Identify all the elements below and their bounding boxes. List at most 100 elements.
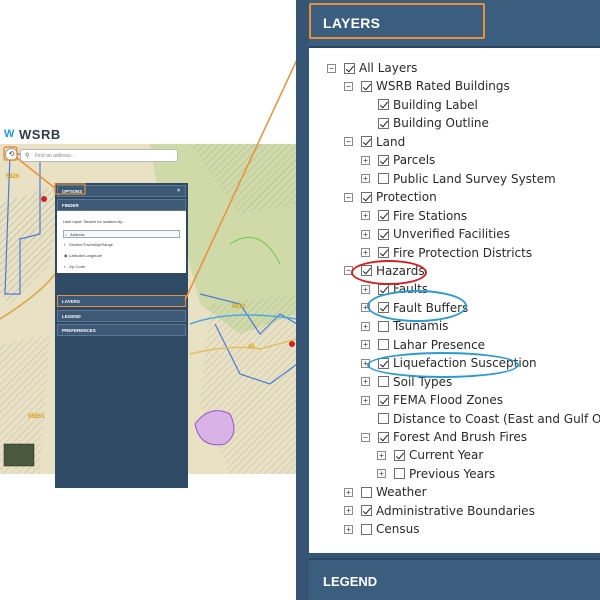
layer-label: Weather [376, 485, 427, 500]
layer-checkbox[interactable] [378, 99, 389, 111]
layer-row[interactable]: − Forest And Brush Fires [361, 428, 527, 446]
mini-options-panel: OPTIONS × FINDER User input: Search for … [55, 183, 188, 488]
layer-row[interactable]: + Public Land Survey System [361, 170, 556, 188]
layer-row[interactable]: + Administrative Boundaries [344, 502, 535, 520]
layer-row[interactable]: − Land [344, 133, 405, 151]
expand-icon[interactable]: + [361, 211, 370, 221]
layer-checkbox[interactable] [378, 357, 389, 369]
layer-checkbox[interactable] [378, 413, 389, 425]
collapse-icon[interactable]: − [327, 63, 336, 73]
layer-row[interactable]: + Fire Stations [361, 207, 467, 225]
layer-row[interactable]: − Protection [344, 188, 437, 206]
back-arrow-icon[interactable]: ⟲ [5, 148, 18, 161]
expand-icon[interactable]: + [361, 321, 370, 331]
mini-finder-label: FINDER [62, 203, 79, 208]
layer-row[interactable]: + Unverified Facilities [361, 225, 510, 243]
layer-row[interactable]: Building Label [378, 96, 478, 114]
expand-icon[interactable]: + [361, 248, 370, 257]
mini-legend-header[interactable]: LEGEND [57, 310, 186, 322]
layer-checkbox[interactable] [344, 62, 355, 74]
layer-row[interactable]: + Previous Years [377, 465, 495, 483]
layer-checkbox[interactable] [378, 247, 389, 258]
expand-icon[interactable]: + [344, 506, 353, 516]
layer-checkbox[interactable] [378, 376, 389, 388]
layer-row[interactable]: + Liquefaction Susception [361, 354, 537, 372]
collapse-icon[interactable]: − [344, 192, 353, 202]
collapse-icon[interactable]: − [361, 432, 370, 442]
finder-option-str[interactable]: ▪ Section/Township/Range [63, 241, 180, 249]
layer-label: Liquefaction Susception [393, 356, 537, 371]
layer-row[interactable]: − All Layers [327, 59, 417, 77]
search-input[interactable]: ⚲ Find an address... [20, 149, 178, 162]
layer-checkbox[interactable] [378, 210, 389, 222]
finder-option-label: Latitude/Longitude [69, 253, 102, 258]
expand-icon[interactable]: + [361, 284, 370, 294]
expand-icon[interactable]: + [361, 229, 370, 239]
expand-icon[interactable]: + [344, 524, 353, 534]
legend-header[interactable]: LEGEND [309, 558, 600, 600]
layer-row[interactable]: + Faults [361, 280, 428, 298]
layer-row[interactable]: + Soil Types [361, 373, 452, 391]
layer-checkbox[interactable] [378, 117, 389, 129]
layer-checkbox[interactable] [361, 505, 372, 517]
expand-icon[interactable]: + [361, 174, 370, 184]
layer-row[interactable]: Distance to Coast (East and Gulf Only) [378, 410, 600, 428]
expand-icon[interactable]: + [361, 377, 370, 387]
layer-label: Forest And Brush Fires [393, 430, 527, 444]
layer-row[interactable]: + Parcels [361, 151, 435, 169]
layer-row[interactable]: − WSRB Rated Buildings [344, 77, 510, 95]
collapse-icon[interactable]: − [344, 137, 353, 147]
layer-checkbox[interactable] [378, 302, 389, 314]
layer-row[interactable]: + Fault Buffers [361, 299, 468, 317]
layer-checkbox[interactable] [361, 191, 372, 203]
layer-label: Distance to Coast (East and Gulf Only) [393, 411, 600, 426]
layer-checkbox[interactable] [378, 283, 389, 295]
expand-icon[interactable]: + [361, 340, 370, 350]
layer-row[interactable]: + Census [344, 520, 419, 538]
collapse-icon[interactable]: − [344, 81, 353, 91]
layer-checkbox[interactable] [361, 523, 372, 535]
finder-option-latlong[interactable]: ◉ Latitude/Longitude [63, 252, 180, 260]
mini-layers-header[interactable]: LAYERS [57, 295, 186, 307]
layer-checkbox[interactable] [361, 80, 372, 92]
layer-row[interactable]: Building Outline [378, 114, 489, 132]
map-label: 45 [248, 344, 255, 350]
layer-label: Fire Stations [393, 208, 468, 223]
layer-checkbox[interactable] [378, 339, 389, 351]
layer-row[interactable]: + Fire Protection Districts [361, 244, 532, 262]
layer-checkbox[interactable] [378, 154, 389, 166]
layer-checkbox[interactable] [378, 431, 389, 443]
expand-icon[interactable]: + [361, 358, 370, 368]
layer-checkbox[interactable] [378, 173, 389, 185]
expand-icon[interactable]: + [377, 469, 386, 479]
mini-preferences-header[interactable]: PREFERENCES [57, 324, 186, 336]
finder-option-address[interactable]: • Address [63, 230, 180, 238]
expand-icon[interactable]: + [361, 155, 370, 165]
expand-icon[interactable]: + [361, 395, 370, 405]
expand-icon[interactable]: + [344, 487, 353, 497]
layer-checkbox[interactable] [378, 320, 389, 332]
mini-options-label: OPTIONS [62, 189, 83, 194]
layer-row[interactable]: + Tsunamis [361, 317, 448, 335]
expand-icon[interactable]: + [361, 303, 370, 313]
layer-checkbox[interactable] [361, 136, 372, 148]
layer-checkbox[interactable] [361, 486, 372, 498]
collapse-icon[interactable]: − [344, 266, 353, 276]
layer-checkbox[interactable] [394, 449, 405, 461]
layer-row[interactable]: − Hazards [344, 262, 425, 280]
map-label: 5826 [6, 174, 20, 180]
layer-checkbox[interactable] [361, 265, 372, 277]
mini-finder-header[interactable]: FINDER [57, 199, 186, 211]
layer-row[interactable]: + FEMA Flood Zones [361, 391, 503, 409]
layer-row[interactable]: + Current Year [377, 446, 483, 464]
close-icon[interactable]: × [177, 188, 180, 194]
mini-finder-prompt: User input: Search for location by... [63, 219, 126, 224]
layer-checkbox[interactable] [378, 228, 389, 240]
layer-checkbox[interactable] [378, 394, 389, 406]
finder-option-zip[interactable]: ▪ Zip Code [63, 263, 180, 271]
layer-row[interactable]: + Weather [344, 483, 427, 501]
mini-options-header[interactable]: OPTIONS × [57, 185, 186, 197]
layer-row[interactable]: + Lahar Presence [361, 336, 485, 354]
expand-icon[interactable]: + [377, 450, 386, 460]
layer-checkbox[interactable] [394, 468, 405, 480]
